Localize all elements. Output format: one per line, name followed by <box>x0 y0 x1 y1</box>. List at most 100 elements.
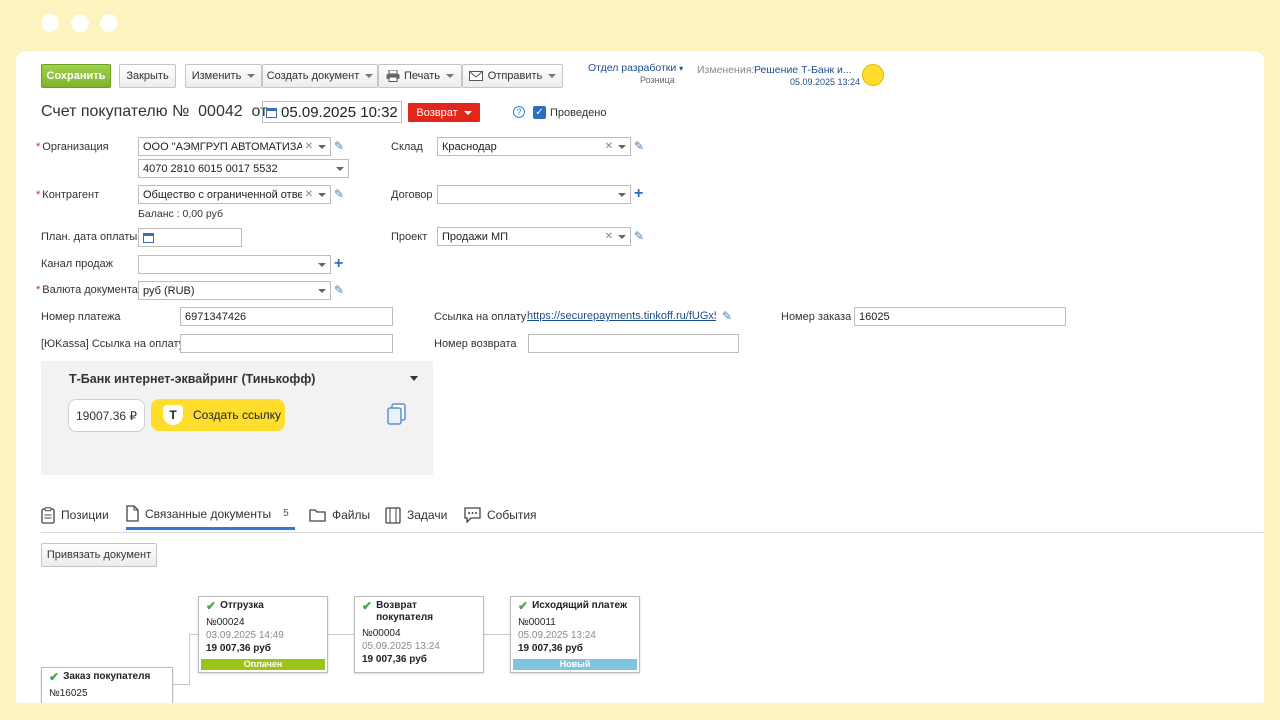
channel-field[interactable] <box>138 255 331 274</box>
chevron-down-icon[interactable] <box>318 144 326 149</box>
order-node[interactable]: ✔ Заказ покупателя №16025 <box>41 667 173 703</box>
connector-line <box>189 634 190 685</box>
shipment-node[interactable]: ✔ Отгрузка №00024 03.09.2025 14:49 19 007… <box>198 596 328 673</box>
tab-files[interactable]: Файлы <box>309 500 370 530</box>
return-number-label: Номер возврата <box>434 338 517 350</box>
org-label: Организация <box>36 141 108 153</box>
posted-checkbox[interactable]: ✓ <box>533 106 546 119</box>
clear-icon[interactable]: ✕ <box>605 141 613 152</box>
warehouse-field[interactable]: Краснодар ✕ <box>437 137 631 156</box>
add-icon[interactable]: + <box>334 256 343 272</box>
payment-title: Исходящий платеж <box>532 600 628 611</box>
chevron-down-icon[interactable] <box>318 288 326 293</box>
payment-date: 05.09.2025 13:24 <box>518 630 596 641</box>
yookassa-field[interactable] <box>180 334 393 353</box>
chevron-down-icon[interactable] <box>618 234 626 239</box>
clear-icon[interactable]: ✕ <box>305 141 313 152</box>
tab-label: Файлы <box>332 508 371 522</box>
create-document-button[interactable]: Создать документ <box>262 64 378 88</box>
contractor-label: Контрагент <box>36 189 99 201</box>
collapse-icon[interactable] <box>410 376 418 381</box>
create-link-button[interactable]: T Создать ссылку <box>151 399 285 431</box>
chevron-down-icon <box>365 74 374 78</box>
chevron-down-icon[interactable] <box>618 144 626 149</box>
tab-positions[interactable]: Позиции <box>41 500 109 530</box>
plan-date-field[interactable] <box>138 228 242 247</box>
retail-label: Розница <box>640 75 675 85</box>
order-number-field[interactable]: 16025 <box>854 307 1066 326</box>
project-label: Проект <box>391 231 428 243</box>
pencil-icon[interactable]: ✎ <box>334 188 346 200</box>
tasks-icon <box>385 506 401 524</box>
window-dot <box>41 14 59 32</box>
tab-related-documents[interactable]: Связанные документы 5 <box>126 500 295 530</box>
printer-icon <box>386 70 400 82</box>
shipment-node-title: ✔ Отгрузка <box>206 600 320 612</box>
return-button[interactable]: Возврат <box>408 103 480 122</box>
connector-line <box>189 634 198 635</box>
payment-amount: 19 007,36 руб <box>518 643 583 654</box>
acquiring-panel: Т-Банк интернет-эквайринг (Тинькофф) 190… <box>41 361 433 475</box>
add-icon[interactable]: + <box>634 186 643 202</box>
create-link-label: Создать ссылку <box>193 408 281 422</box>
org-field[interactable]: ООО "АЭМГРУП АВТОМАТИЗАЦИ✕ <box>138 137 331 156</box>
copy-icon[interactable] <box>387 403 407 425</box>
tab-tasks[interactable]: Задачи <box>385 500 447 530</box>
changes-date: 05.09.2025 13:24 <box>790 77 861 87</box>
currency-field[interactable]: руб (RUB) <box>138 281 331 300</box>
pay-link[interactable]: https://securepayments.tinkoff.ru/fUGx5.… <box>527 310 716 322</box>
connector-line <box>484 634 510 635</box>
chevron-down-icon <box>446 74 455 78</box>
chevron-down-icon[interactable] <box>318 192 326 197</box>
plan-date-label: План. дата оплаты <box>41 231 138 243</box>
tbank-logo-icon: T <box>163 405 183 425</box>
department-selector[interactable]: Отдел разработки ▾ <box>588 62 683 74</box>
connector-line <box>173 684 190 685</box>
balance-text: Баланс : 0,00 руб <box>138 208 223 220</box>
window-dot <box>71 14 89 32</box>
clipboard-icon <box>41 506 55 524</box>
changes-link[interactable]: Решение Т-Банк и... <box>754 64 852 76</box>
payment-number-value: 6971347426 <box>185 310 247 323</box>
app-window: Сохранить Закрыть Изменить Создать докум… <box>16 51 1264 703</box>
order-number-value: 16025 <box>859 310 890 323</box>
pencil-icon[interactable]: ✎ <box>634 230 646 242</box>
pencil-icon[interactable]: ✎ <box>722 310 734 322</box>
payment-number-field[interactable]: 6971347426 <box>180 307 393 326</box>
close-button[interactable]: Закрыть <box>119 64 176 88</box>
return-label: Возврат <box>416 106 458 119</box>
print-button[interactable]: Печать <box>378 64 462 88</box>
contract-field[interactable] <box>437 185 631 204</box>
amount-field: 19007.36 ₽ <box>68 399 145 432</box>
bank-account-field[interactable]: 4070 2810 6015 0017 5532 <box>138 159 349 178</box>
return-number-field[interactable] <box>528 334 739 353</box>
pencil-icon[interactable]: ✎ <box>334 284 346 296</box>
doc-date-field[interactable]: 05.09.2025 10:32 <box>262 101 402 123</box>
contract-label: Договор <box>391 189 433 201</box>
help-icon[interactable]: ? <box>513 106 525 118</box>
user-avatar[interactable] <box>862 64 884 86</box>
return-amount: 19 007,36 руб <box>362 654 427 665</box>
save-button[interactable]: Сохранить <box>41 64 111 88</box>
edit-menu-button[interactable]: Изменить <box>185 64 262 88</box>
return-node[interactable]: ✔ Возврат покупателя №00004 05.09.2025 13… <box>354 596 484 673</box>
send-button[interactable]: Отправить <box>462 64 563 88</box>
tab-badge: 5 <box>283 508 289 519</box>
attach-document-button[interactable]: Привязать документ <box>41 543 157 567</box>
chevron-down-icon[interactable] <box>318 262 326 267</box>
project-field[interactable]: Продажи МП ✕ <box>437 227 631 246</box>
chevron-down-icon[interactable] <box>336 166 344 171</box>
payment-node[interactable]: ✔ Исходящий платеж №00011 05.09.2025 13:2… <box>510 596 640 673</box>
clear-icon[interactable]: ✕ <box>605 231 613 242</box>
check-icon: ✔ <box>206 599 217 613</box>
pencil-icon[interactable]: ✎ <box>334 140 346 152</box>
yookassa-label: [ЮKassa] Ссылка на оплату <box>41 338 185 350</box>
contractor-field[interactable]: Общество с ограниченной ответст ✕ <box>138 185 331 204</box>
pencil-icon[interactable]: ✎ <box>634 140 646 152</box>
tab-events[interactable]: События <box>464 500 537 530</box>
warehouse-value: Краснодар <box>442 140 497 153</box>
clear-icon[interactable]: ✕ <box>305 189 313 200</box>
connector-line <box>328 634 354 635</box>
order-number: №16025 <box>49 688 88 699</box>
chevron-down-icon[interactable] <box>618 192 626 197</box>
